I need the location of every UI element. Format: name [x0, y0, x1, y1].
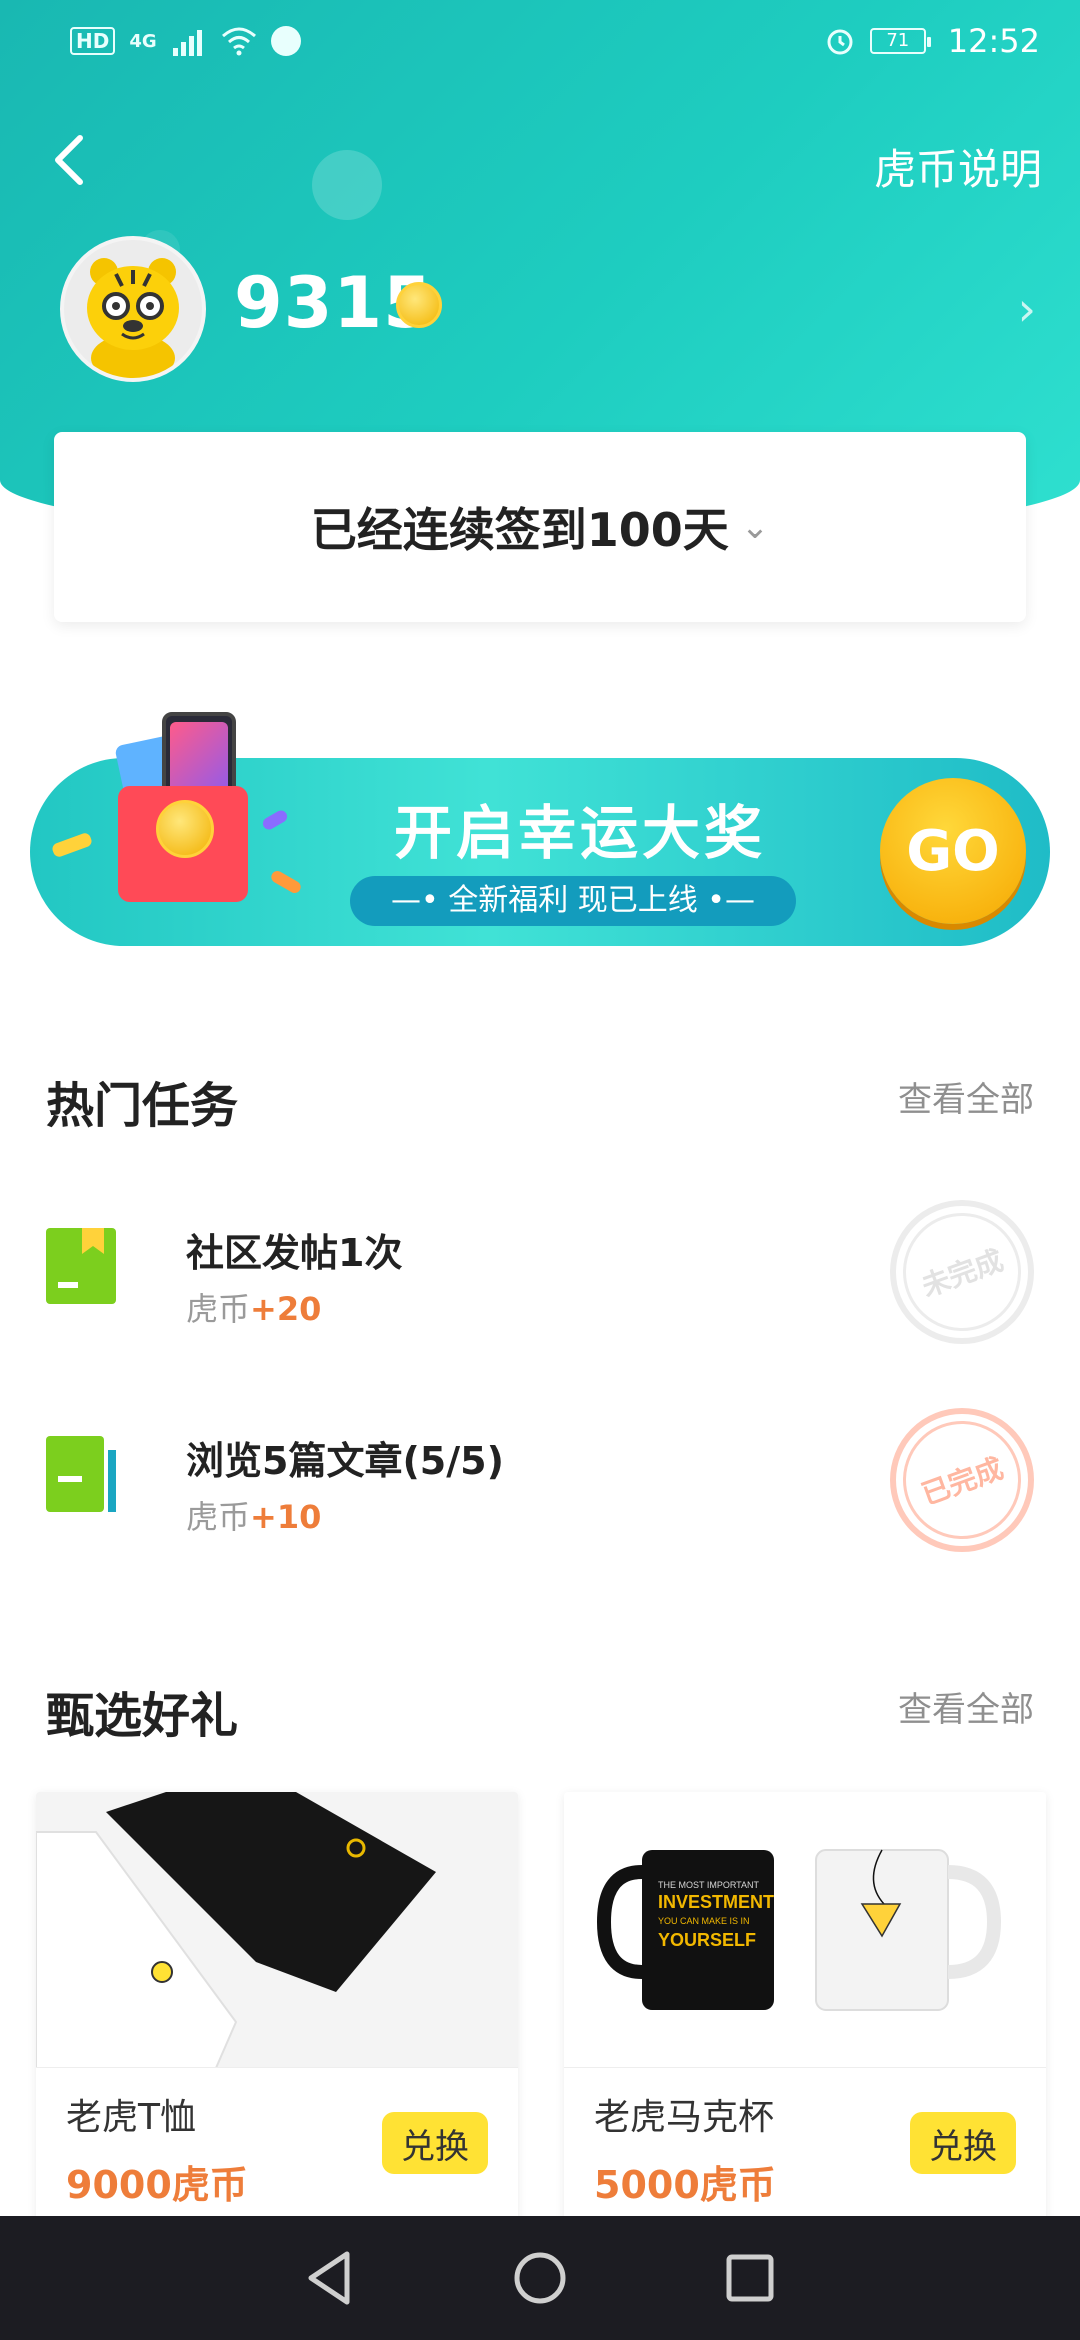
hd-icon: HD: [70, 27, 116, 55]
go-button[interactable]: GO: [880, 778, 1026, 924]
gifts-title: 甄选好礼: [46, 1688, 239, 1744]
circle-home-icon: [514, 2252, 566, 2304]
app-notification-icon: [270, 26, 301, 56]
alarm-icon: [827, 29, 853, 55]
chevron-down-icon: ⌄: [740, 507, 770, 547]
hot-tasks-title: 热门任务: [46, 1078, 239, 1134]
system-nav-bar: [0, 2216, 1080, 2340]
decor-bubble: [312, 150, 382, 220]
coin-help-link[interactable]: 虎币说明: [874, 136, 1042, 197]
checkin-status: 已经连续签到100天: [310, 503, 729, 557]
status-stamp: 未完成: [886, 1196, 1038, 1348]
task-title: 社区发帖1次: [186, 1231, 403, 1275]
nav-home-button[interactable]: [505, 2243, 575, 2313]
network-4g-icon: 4G: [129, 30, 157, 52]
reward-label: 虎币: [186, 1498, 251, 1536]
square-recents-icon: [726, 2254, 774, 2302]
redeem-button[interactable]: 兑换: [382, 2112, 488, 2174]
gift-card[interactable]: 老虎T恤 9000虎币 兑换: [36, 1792, 518, 2232]
task-item[interactable]: 浏览5篇文章(5/5) 虎币+10 已完成: [0, 1400, 1080, 1560]
tiger-avatar-icon: [87, 258, 179, 378]
status-stamp: 已完成: [886, 1404, 1038, 1556]
mug-print: YOURSELF: [658, 1930, 756, 1950]
avatar[interactable]: [60, 236, 206, 382]
status-time: 12:52: [947, 22, 1040, 60]
mug-print: INVESTMENT: [658, 1892, 774, 1912]
task-reward: 虎币+10: [186, 1492, 321, 1538]
confetti-decor: [269, 868, 303, 896]
task-reward: 虎币+20: [186, 1284, 321, 1330]
tshirt-illustration: [36, 1792, 518, 2067]
banner-title: 开启幸运大奖: [393, 799, 766, 867]
checkin-card[interactable]: 已经连续签到100天 ⌄: [54, 432, 1026, 622]
back-button[interactable]: [50, 132, 100, 192]
task-item[interactable]: 社区发帖1次 虎币+20 未完成: [0, 1192, 1080, 1352]
stamp-text: 已完成: [886, 1404, 1038, 1556]
gift-name: 老虎马克杯: [594, 2097, 775, 2138]
reward-amount: +20: [250, 1290, 322, 1328]
back-arrow-icon: [55, 135, 83, 185]
gifts-view-all[interactable]: 查看全部: [898, 1682, 1034, 1731]
battery-icon: 71: [869, 28, 931, 54]
status-right: 71 12:52: [824, 22, 1040, 60]
gift-price: 9000虎币: [66, 2163, 248, 2207]
reward-label: 虎币: [186, 1290, 251, 1328]
confetti-decor: [260, 808, 290, 832]
status-bar: HD 4G 71 12:52: [0, 0, 1080, 90]
nav-recents-button[interactable]: [715, 2243, 785, 2313]
signal-icon: [172, 30, 202, 56]
confetti-decor: [50, 831, 94, 859]
read-articles-icon: [46, 1436, 116, 1512]
coin-icon: [396, 282, 442, 328]
post-task-icon: [46, 1228, 116, 1304]
mug-illustration: THE MOST IMPORTANT INVESTMENT YOU CAN MA…: [564, 1792, 1046, 2067]
gift-card[interactable]: THE MOST IMPORTANT INVESTMENT YOU CAN MA…: [564, 1792, 1046, 2232]
hot-tasks-view-all[interactable]: 查看全部: [898, 1072, 1034, 1121]
redeem-button[interactable]: 兑换: [910, 2112, 1016, 2174]
task-title: 浏览5篇文章(5/5): [186, 1439, 504, 1483]
mug-print: THE MOST IMPORTANT: [658, 1880, 760, 1890]
mug-image: THE MOST IMPORTANT INVESTMENT YOU CAN MA…: [564, 1792, 1046, 2068]
coin-icon: [156, 800, 214, 858]
tshirt-image: [36, 1792, 518, 2068]
chevron-right-icon[interactable]: ›: [1018, 282, 1036, 336]
wifi-icon: [221, 27, 256, 56]
gift-price: 5000虎币: [594, 2163, 776, 2207]
lucky-draw-banner[interactable]: 开启幸运大奖 —• 全新福利 现已上线 •— GO: [30, 712, 1050, 946]
banner-subtitle: —• 全新福利 现已上线 •—: [350, 876, 796, 926]
triangle-back-icon: [308, 2251, 350, 2305]
nav-back-button[interactable]: [295, 2243, 365, 2313]
mug-print: YOU CAN MAKE IS IN: [658, 1916, 750, 1926]
gift-name: 老虎T恤: [66, 2097, 196, 2138]
reward-amount: +10: [250, 1498, 322, 1536]
status-left-icons: HD 4G: [70, 26, 301, 56]
stamp-text: 未完成: [886, 1196, 1038, 1348]
